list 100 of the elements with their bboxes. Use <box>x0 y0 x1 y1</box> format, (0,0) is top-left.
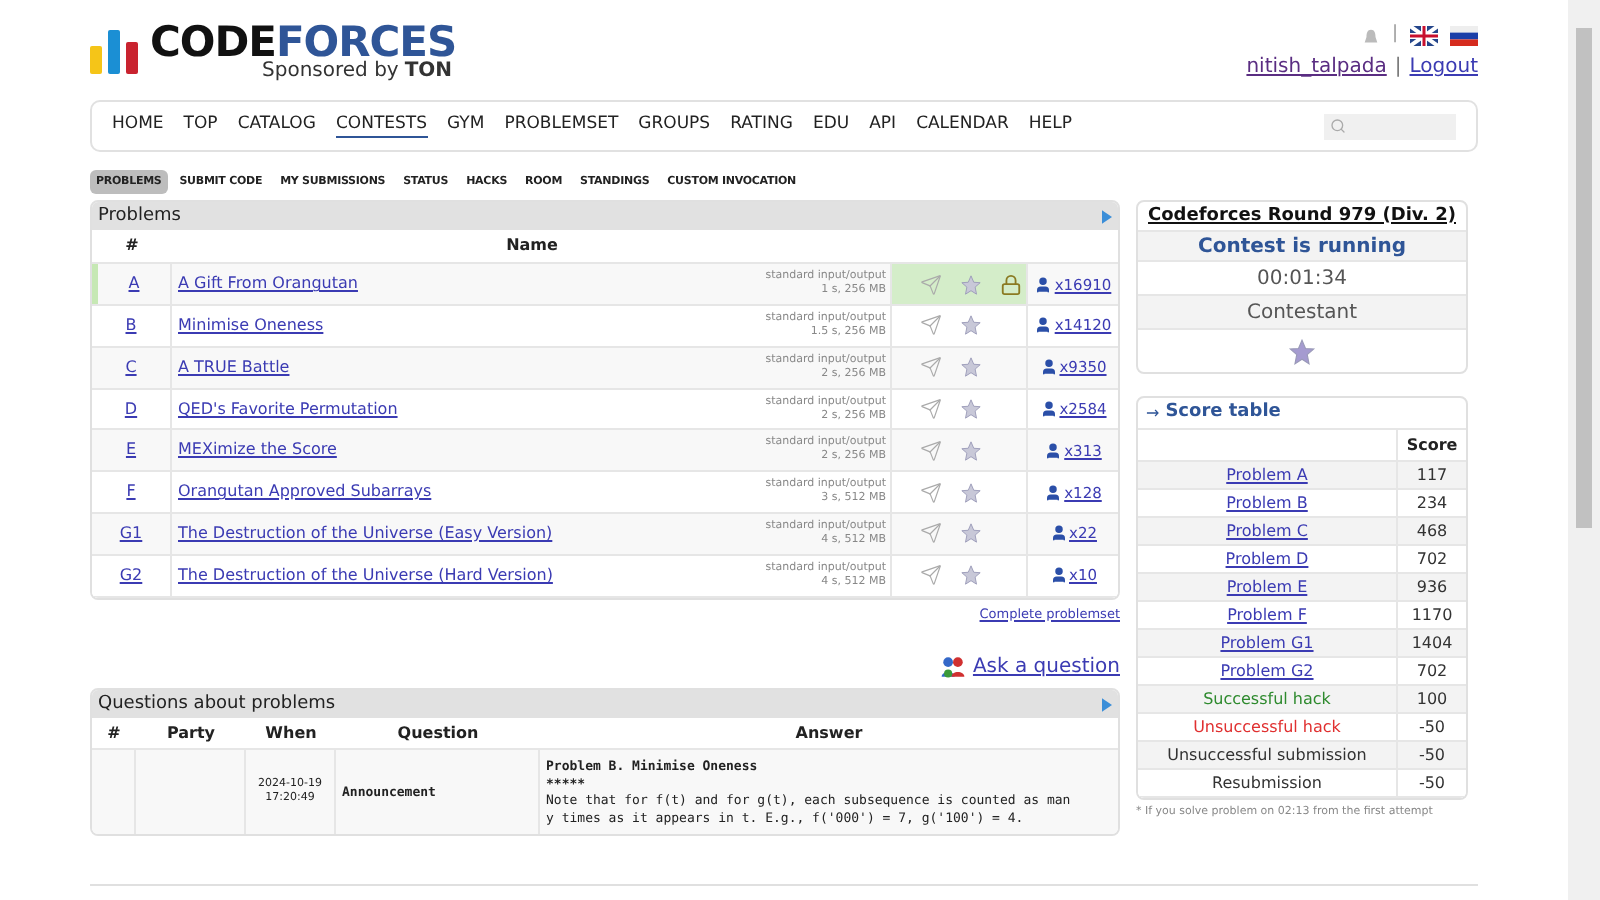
problem-index-link[interactable]: D <box>124 397 138 422</box>
problem-name-link[interactable]: MEXimize the Score <box>178 438 337 463</box>
star-icon[interactable] <box>960 314 982 337</box>
column-header: Party <box>164 721 218 746</box>
score-value: 468 <box>1414 519 1450 544</box>
star-icon[interactable] <box>960 522 982 545</box>
problem-index-link[interactable]: E <box>125 438 137 463</box>
bell-icon[interactable] <box>1361 27 1380 45</box>
problem-link[interactable]: Problem G2 <box>1220 659 1314 684</box>
ask-question-link[interactable]: Ask a question <box>972 652 1120 683</box>
problem-link[interactable]: Problem F <box>1227 603 1307 628</box>
user-icon <box>1044 441 1063 460</box>
user-icon <box>1034 275 1053 294</box>
problem-name-link[interactable]: QED's Favorite Permutation <box>178 397 398 422</box>
problem-index-link[interactable]: A <box>128 272 140 297</box>
problem-index-link[interactable]: G1 <box>119 521 143 546</box>
column-header: Name <box>504 234 560 259</box>
people-icon <box>940 654 967 681</box>
send-icon[interactable] <box>920 481 942 504</box>
problem-name-link[interactable]: Orangutan Approved Subarrays <box>178 480 432 505</box>
problem-link[interactable]: Problem G1 <box>1220 631 1314 656</box>
play-icon[interactable] <box>1102 697 1112 712</box>
nav-tab[interactable]: CATALOG <box>237 114 316 138</box>
star-icon[interactable] <box>960 273 982 296</box>
separator-text: | <box>1391 22 1398 49</box>
sponsor-text: Sponsored by <box>262 62 399 82</box>
problem-name-link[interactable]: Minimise Oneness <box>178 313 324 338</box>
send-icon[interactable] <box>920 564 942 587</box>
username-link[interactable]: nitish_talpada <box>1246 52 1387 82</box>
nav-tab[interactable]: RATING <box>730 114 793 138</box>
nav-tab[interactable]: CONTESTS <box>335 114 427 138</box>
play-icon[interactable] <box>1102 209 1112 224</box>
star-icon[interactable] <box>960 564 982 587</box>
flag-icon[interactable] <box>1450 26 1478 46</box>
send-icon[interactable] <box>920 398 942 421</box>
user-icon <box>1039 400 1058 419</box>
star-icon[interactable] <box>960 439 982 462</box>
star-icon[interactable] <box>960 398 982 421</box>
column-header: # <box>105 721 123 746</box>
contest-status: Contest is running <box>1198 233 1406 262</box>
score-value: -50 <box>1416 715 1448 740</box>
send-icon[interactable] <box>920 314 942 337</box>
problem-link[interactable]: Problem C <box>1226 519 1308 544</box>
problem-index-link[interactable]: B <box>125 313 137 338</box>
problem-link[interactable]: Problem E <box>1226 575 1308 600</box>
star-icon[interactable] <box>960 356 982 379</box>
problem-link[interactable]: Problem A <box>1226 463 1308 488</box>
search-field[interactable] <box>1324 113 1456 139</box>
score-value: 117 <box>1414 463 1450 488</box>
column-header: # <box>123 234 141 259</box>
sponsor-brand: TON <box>404 62 453 82</box>
arrow-text: → <box>1146 401 1160 426</box>
search-icon <box>1330 118 1346 134</box>
nav-tab[interactable]: CALENDAR <box>916 114 1009 138</box>
send-icon[interactable] <box>920 273 942 296</box>
star-icon[interactable] <box>1288 337 1316 366</box>
problem-index-link[interactable]: G2 <box>119 563 143 588</box>
separator-text: | <box>1394 54 1402 82</box>
user-icon <box>1034 316 1053 335</box>
user-icon <box>1039 358 1058 377</box>
score-value: 1404 <box>1409 631 1455 656</box>
panel-title: Problems <box>98 203 181 229</box>
send-icon[interactable] <box>920 439 942 462</box>
star-icon[interactable] <box>960 481 982 504</box>
nav-tab[interactable]: TOP <box>183 114 218 138</box>
logout-link[interactable]: Logout <box>1409 52 1478 82</box>
nav-tab[interactable]: PROBLEMSET <box>504 114 619 138</box>
row-label: Resubmission <box>1212 771 1322 796</box>
logo-wordmark: FORCES <box>275 22 457 64</box>
problem-link[interactable]: Problem B <box>1226 491 1308 516</box>
lock-icon[interactable] <box>1000 273 1022 296</box>
scrollbar[interactable] <box>1568 0 1600 900</box>
column-header: Question <box>395 721 481 746</box>
column-header: When <box>263 721 319 746</box>
flag-icon[interactable] <box>1410 26 1438 46</box>
score-value: 936 <box>1414 575 1450 600</box>
user-icon <box>1049 524 1067 543</box>
nav-tab[interactable]: GROUPS <box>638 114 711 138</box>
send-icon[interactable] <box>920 522 942 545</box>
countdown-timer: 00:01:34 <box>1257 265 1347 294</box>
nav-tab[interactable]: HOME <box>112 114 164 138</box>
score-value: 1170 <box>1409 603 1455 628</box>
problem-name-link[interactable]: The Destruction of the Universe (Hard Version) <box>178 563 553 588</box>
send-icon[interactable] <box>920 356 942 379</box>
nav-tab[interactable]: API <box>869 114 897 138</box>
logo-wordmark: CODE <box>150 22 276 64</box>
problem-name-link[interactable]: The Destruction of the Universe (Easy Version) <box>178 521 553 546</box>
score-value: 702 <box>1414 659 1450 684</box>
problem-index-link[interactable]: C <box>125 355 137 380</box>
problem-name-link[interactable]: A Gift From Orangutan <box>178 272 358 297</box>
problem-link[interactable]: Problem D <box>1225 547 1309 572</box>
score-value: 100 <box>1414 687 1450 712</box>
logo-icon <box>90 30 138 74</box>
contest-name-link[interactable]: Codeforces Round 979 (Div. 2) <box>1148 203 1456 230</box>
problem-index-link[interactable]: F <box>126 480 136 505</box>
nav-tab[interactable]: GYM <box>447 114 485 138</box>
nav-tab[interactable]: HELP <box>1028 114 1073 138</box>
row-label: Unsuccessful hack <box>1193 715 1341 740</box>
nav-tab[interactable]: EDU <box>812 114 850 138</box>
problem-name-link[interactable]: A TRUE Battle <box>178 355 290 380</box>
